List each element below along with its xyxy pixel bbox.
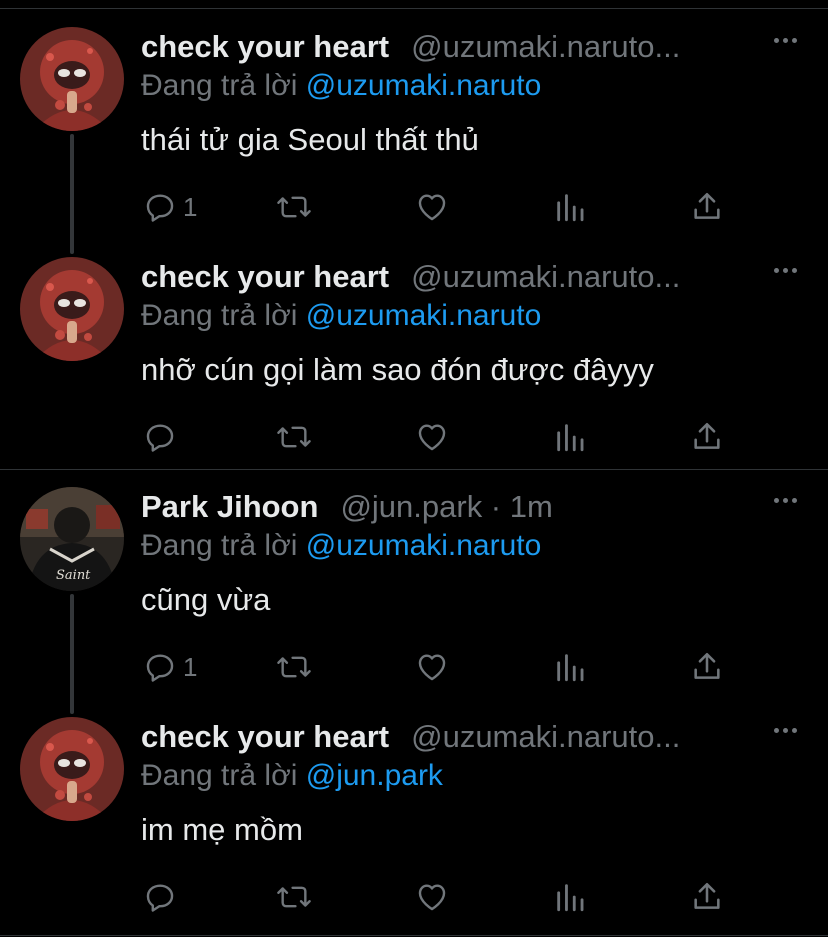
tweet-text: nhỡ cún gọi làm sao đón được đâyyy [141, 352, 654, 387]
reply-button[interactable]: 1 [143, 650, 197, 684]
views-button[interactable] [553, 880, 587, 914]
like-button[interactable] [415, 190, 449, 224]
views-button[interactable] [553, 650, 587, 684]
tweet-actions: 1 [141, 650, 741, 690]
retweet-icon [277, 886, 311, 908]
views-icon [557, 424, 584, 452]
reply-count: 1 [183, 191, 198, 222]
views-icon [557, 194, 584, 222]
share-button[interactable] [690, 190, 724, 224]
divider [0, 8, 828, 9]
like-button[interactable] [415, 650, 449, 684]
avatar[interactable] [20, 27, 124, 131]
more-options-icon[interactable] [774, 268, 797, 273]
tweet-actions [141, 420, 741, 460]
reply-button[interactable] [143, 420, 183, 454]
views-button[interactable] [553, 190, 587, 224]
reply-icon [146, 194, 174, 222]
views-button[interactable] [553, 420, 587, 454]
tweet-text: thái tử gia Seoul thất thủ [141, 122, 479, 157]
avatar[interactable]: Saint [20, 487, 124, 591]
mention-link[interactable]: @uzumaki.naruto [306, 529, 542, 562]
heart-icon [418, 884, 446, 911]
retweet-button[interactable] [275, 650, 313, 684]
retweet-button[interactable] [275, 190, 313, 224]
username[interactable]: @uzumaki.naruto... [411, 29, 680, 65]
views-icon [557, 884, 584, 912]
avatar[interactable] [20, 257, 124, 361]
like-button[interactable] [415, 880, 449, 914]
more-options-icon[interactable] [774, 498, 797, 503]
tweet-header: check your heart @uzumaki.naruto... [141, 27, 680, 67]
more-options-icon[interactable] [774, 728, 797, 733]
share-button[interactable] [690, 880, 724, 914]
share-icon [694, 882, 720, 909]
tweet[interactable]: Saint Park Jihoon @jun.park · 1m Đang tr… [0, 487, 828, 692]
replying-label: Đang trả lời [141, 299, 298, 332]
display-name[interactable]: check your heart [141, 29, 389, 65]
tweet[interactable]: check your heart @uzumaki.naruto... Đang… [0, 27, 828, 232]
display-name[interactable]: check your heart [141, 719, 389, 755]
tweet[interactable]: check your heart @uzumaki.naruto... Đang… [0, 257, 828, 462]
more-options-icon[interactable] [774, 38, 797, 43]
tweet-text: cũng vừa [141, 582, 271, 617]
replying-to: Đang trả lời @jun.park [141, 759, 443, 793]
retweet-icon [277, 196, 311, 218]
retweet-icon [277, 426, 311, 448]
avatar[interactable] [20, 717, 124, 821]
mention-link[interactable]: @jun.park [306, 759, 443, 792]
reply-count: 1 [183, 651, 198, 682]
like-button[interactable] [415, 420, 449, 454]
views-icon [557, 654, 584, 682]
share-icon [694, 192, 720, 219]
divider [0, 935, 828, 936]
replying-label: Đang trả lời [141, 759, 298, 792]
reply-icon [146, 884, 174, 912]
retweet-button[interactable] [275, 420, 313, 454]
tweet-header: check your heart @uzumaki.naruto... [141, 257, 680, 297]
retweet-icon [277, 656, 311, 678]
reply-thread-feed: check your heart @uzumaki.naruto... Đang… [0, 0, 828, 937]
reply-icon [146, 424, 174, 452]
reply-icon [146, 654, 174, 682]
mention-link[interactable]: @uzumaki.naruto [306, 69, 542, 102]
heart-icon [418, 194, 446, 221]
display-name[interactable]: check your heart [141, 259, 389, 295]
share-button[interactable] [690, 650, 724, 684]
username[interactable]: @uzumaki.naruto... [411, 719, 680, 755]
retweet-button[interactable] [275, 880, 313, 914]
tweet-header: Park Jihoon @jun.park · 1m [141, 487, 553, 527]
share-button[interactable] [690, 420, 724, 454]
svg-text:Saint: Saint [56, 568, 91, 583]
mention-link[interactable]: @uzumaki.naruto [306, 299, 542, 332]
display-name[interactable]: Park Jihoon [141, 489, 318, 525]
share-icon [694, 422, 720, 449]
tweet-text: im mẹ mồm [141, 812, 303, 847]
tweet-header: check your heart @uzumaki.naruto... [141, 717, 680, 757]
share-icon [694, 652, 720, 679]
divider [0, 469, 828, 470]
tweet-actions [141, 880, 741, 920]
username[interactable]: @uzumaki.naruto... [411, 259, 680, 295]
replying-to: Đang trả lời @uzumaki.naruto [141, 529, 541, 563]
tweet[interactable]: check your heart @uzumaki.naruto... Đang… [0, 717, 828, 922]
replying-to: Đang trả lời @uzumaki.naruto [141, 69, 541, 103]
replying-label: Đang trả lời [141, 69, 298, 102]
reply-button[interactable] [143, 880, 183, 914]
heart-icon [418, 654, 446, 681]
replying-to: Đang trả lời @uzumaki.naruto [141, 299, 541, 333]
heart-icon [418, 424, 446, 451]
tweet-actions: 1 [141, 190, 741, 230]
replying-label: Đang trả lời [141, 529, 298, 562]
username-and-time[interactable]: @jun.park · 1m [340, 489, 552, 525]
reply-button[interactable]: 1 [143, 190, 197, 224]
